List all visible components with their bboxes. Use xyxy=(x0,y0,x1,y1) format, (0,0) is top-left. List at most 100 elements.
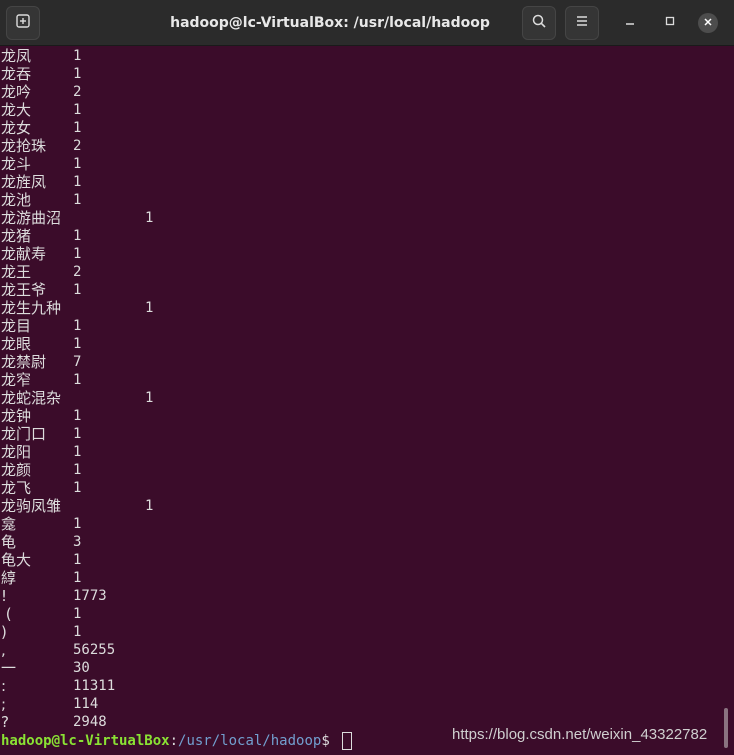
output-word: 龙王爷 xyxy=(1,281,47,299)
output-line: 龙目 1 xyxy=(0,317,734,335)
output-word: 龙大 xyxy=(1,101,32,119)
output-line: (1 xyxy=(0,605,734,623)
close-icon xyxy=(703,14,713,32)
output-word: 龙蛇混杂 xyxy=(1,389,62,407)
shell-prompt[interactable]: hadoop@lc-VirtualBox:/usr/local/hadoop $ xyxy=(1,732,353,750)
output-word: 龙旌凤 xyxy=(1,173,47,191)
output-count: 1 xyxy=(145,498,154,514)
output-line: 龙生九种 1 xyxy=(0,299,734,317)
output-count: 2 xyxy=(73,138,82,154)
terminal-output[interactable]: 龙凤 1 龙吞 1 龙吟 2 龙大 1 龙女 1 龙抢珠 2 龙斗 1 龙旌凤 1 龙池 1 龙游曲沼 1 龙猪 1 龙献寿… xyxy=(0,47,734,755)
output-line: 龙旌凤 1 xyxy=(0,173,734,191)
window-title: hadoop@lc-VirtualBox: /usr/local/hadoop xyxy=(170,15,490,31)
output-line: 龙钟 1 xyxy=(0,407,734,425)
search-icon xyxy=(531,13,547,34)
output-line: 龙窄 1 xyxy=(0,371,734,389)
output-word: 龙吞 xyxy=(1,65,32,83)
output-count: 1 xyxy=(73,282,82,298)
output-word: 一 xyxy=(1,659,17,677)
output-word: 龛 xyxy=(1,515,17,533)
output-word: 龙门口 xyxy=(1,425,47,443)
output-line: 龙王 2 xyxy=(0,263,734,281)
text-cursor xyxy=(342,732,353,750)
prompt-user-host: hadoop@lc-VirtualBox xyxy=(1,733,170,749)
output-word: 龟 xyxy=(1,533,17,551)
output-word: : xyxy=(1,677,7,695)
output-word: ; xyxy=(1,695,7,713)
output-count: 1 xyxy=(73,174,82,190)
output-count: 2948 xyxy=(73,714,107,730)
output-line: 一 30 xyxy=(0,659,734,677)
output-line: 龙颜 1 xyxy=(0,461,734,479)
output-count: 1 xyxy=(73,606,82,622)
output-count: 1 xyxy=(73,102,82,118)
output-count: 1 xyxy=(145,390,154,406)
output-line: 龙大 1 xyxy=(0,101,734,119)
output-line: 龙抢珠 2 xyxy=(0,137,734,155)
output-line: ) 1 xyxy=(0,623,734,641)
output-line: 龙门口 1 xyxy=(0,425,734,443)
output-line: , 56255 xyxy=(0,641,734,659)
output-count: 1 xyxy=(73,120,82,136)
output-word: 龟大 xyxy=(1,551,32,569)
watermark-text: https://blog.csdn.net/weixin_43322782 xyxy=(452,726,708,743)
maximize-button[interactable] xyxy=(660,13,680,33)
output-count: 1773 xyxy=(73,588,107,604)
output-word: 龙游曲沼 xyxy=(1,209,62,227)
output-count: 3 xyxy=(73,534,82,550)
output-count: 1 xyxy=(73,66,82,82)
output-count: 1 xyxy=(73,480,82,496)
output-count: 1 xyxy=(73,570,82,586)
output-line: 龙献寿 1 xyxy=(0,245,734,263)
output-word: 龙颜 xyxy=(1,461,32,479)
menu-button[interactable] xyxy=(565,6,599,40)
terminal-window: hadoop@lc-VirtualBox: /usr/local/hadoop xyxy=(0,0,734,755)
output-word: ) xyxy=(1,623,7,641)
output-count: 7 xyxy=(73,354,82,370)
output-word: 龙女 xyxy=(1,119,32,137)
output-line: : 11311 xyxy=(0,677,734,695)
output-line: 龙吞 1 xyxy=(0,65,734,83)
output-word: 龙吟 xyxy=(1,83,32,101)
output-count: 1 xyxy=(73,372,82,388)
output-word: 龙阳 xyxy=(1,443,32,461)
output-word: 龙抢珠 xyxy=(1,137,47,155)
output-count: 114 xyxy=(73,696,99,712)
prompt-symbol: $ xyxy=(321,733,339,749)
scrollbar-thumb[interactable] xyxy=(724,708,728,748)
output-word: 龙驹凤雏 xyxy=(1,497,62,515)
output-line: 龙阳 1 xyxy=(0,443,734,461)
output-line: 龙吟 2 xyxy=(0,83,734,101)
close-button[interactable] xyxy=(698,13,718,33)
minimize-icon xyxy=(624,14,636,32)
output-line: ! 1773 xyxy=(0,587,734,605)
output-line: 龙王爷 1 xyxy=(0,281,734,299)
output-line: 龙池 1 xyxy=(0,191,734,209)
output-count: 11311 xyxy=(73,678,116,694)
output-count: 1 xyxy=(73,228,82,244)
output-count: 1 xyxy=(145,210,154,226)
output-word: 龙凤 xyxy=(1,47,32,65)
output-line: 龟大 1 xyxy=(0,551,734,569)
output-count: 1 xyxy=(73,318,82,334)
output-count: 1 xyxy=(73,192,82,208)
output-line: 龙驹凤雏 1 xyxy=(0,497,734,515)
output-word: 龙献寿 xyxy=(1,245,47,263)
output-count: 1 xyxy=(73,246,82,262)
output-count: 1 xyxy=(145,300,154,316)
output-word: 龙池 xyxy=(1,191,32,209)
minimize-button[interactable] xyxy=(620,13,640,33)
prompt-colon: : xyxy=(169,733,179,749)
output-word: 龙目 xyxy=(1,317,32,335)
output-word: 龙禁尉 xyxy=(1,353,47,371)
output-count: 1 xyxy=(73,48,82,64)
output-word: ! xyxy=(1,587,8,605)
new-tab-button[interactable] xyxy=(6,6,40,40)
output-line: ; 114 xyxy=(0,695,734,713)
prompt-path: /usr/local/hadoop xyxy=(178,733,322,749)
output-count: 1 xyxy=(73,624,82,640)
output-count: 1 xyxy=(73,552,82,568)
output-line: 龙眼 1 xyxy=(0,335,734,353)
search-button[interactable] xyxy=(522,6,556,40)
output-line: 龙游曲沼 1 xyxy=(0,209,734,227)
